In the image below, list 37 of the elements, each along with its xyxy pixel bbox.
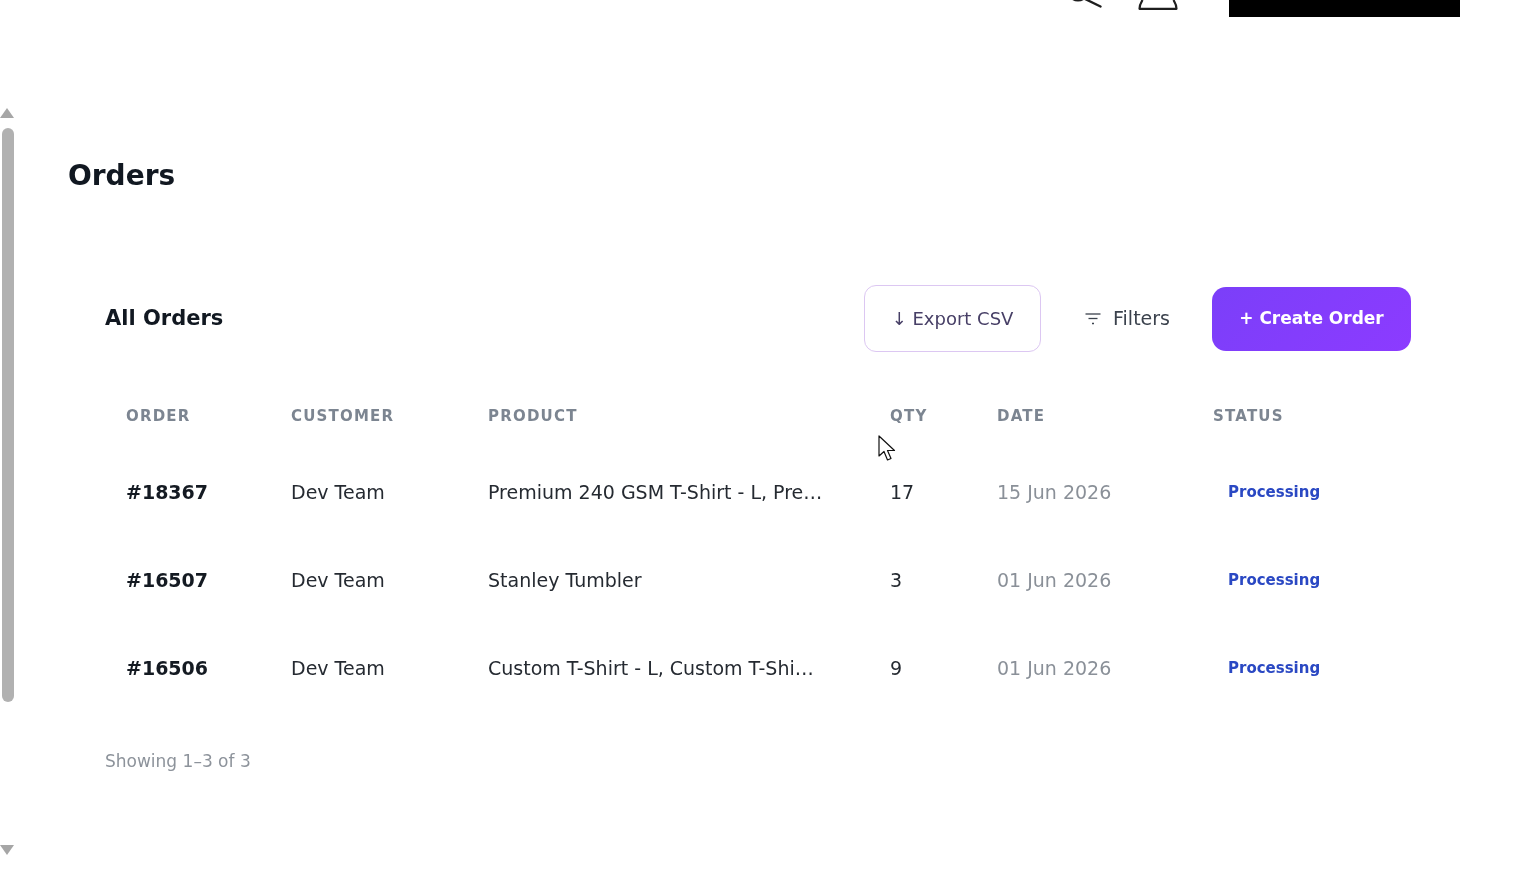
order-date: 15 Jun 2026 <box>997 480 1112 503</box>
scrollbar-thumb[interactable] <box>2 128 14 702</box>
create-order-button[interactable]: + Create Order <box>1212 286 1411 351</box>
product-name: Custom T-Shirt - L, Custom T-Shi… <box>488 656 814 679</box>
column-header: STATUS <box>1213 407 1284 425</box>
customer-name: Dev Team <box>291 656 385 679</box>
search-icon[interactable] <box>1070 0 1102 8</box>
order-number: #16507 <box>126 568 209 591</box>
page-title: Orders <box>68 158 176 194</box>
panel-title: All Orders <box>105 305 224 332</box>
status-label: Processing <box>1227 481 1322 503</box>
customer-name: Dev Team <box>291 480 385 503</box>
filter-icon <box>1085 312 1102 325</box>
customer-name: Dev Team <box>291 568 385 591</box>
column-header: ORDER <box>126 407 191 425</box>
column-header: CUSTOMER <box>291 407 395 425</box>
order-number: #18367 <box>126 480 209 503</box>
status-label: Processing <box>1227 569 1322 591</box>
export-csv-button[interactable]: ↓ Export CSV <box>864 285 1042 352</box>
order-date: 01 Jun 2026 <box>997 656 1112 679</box>
quantity: 17 <box>890 480 915 503</box>
column-header: DATE <box>997 407 1046 425</box>
status-label: Processing <box>1227 657 1322 679</box>
order-date: 01 Jun 2026 <box>997 568 1112 591</box>
scroll-up-icon[interactable] <box>0 108 14 118</box>
filters-button[interactable]: Filters <box>1065 286 1190 351</box>
profile-icon[interactable] <box>1138 0 1178 10</box>
cursor-icon <box>878 435 897 463</box>
pagination-summary: Showing 1–3 of 3 <box>105 750 251 773</box>
product-name: Premium 240 GSM T-Shirt - L, Pre… <box>488 480 823 503</box>
product-name: Stanley Tumbler <box>488 568 642 591</box>
column-header: PRODUCT <box>488 407 578 425</box>
column-header: QTY <box>890 407 928 425</box>
quantity: 9 <box>890 656 903 679</box>
scroll-down-icon[interactable] <box>0 845 14 855</box>
order-number: #16506 <box>126 656 209 679</box>
quantity: 3 <box>890 568 903 591</box>
